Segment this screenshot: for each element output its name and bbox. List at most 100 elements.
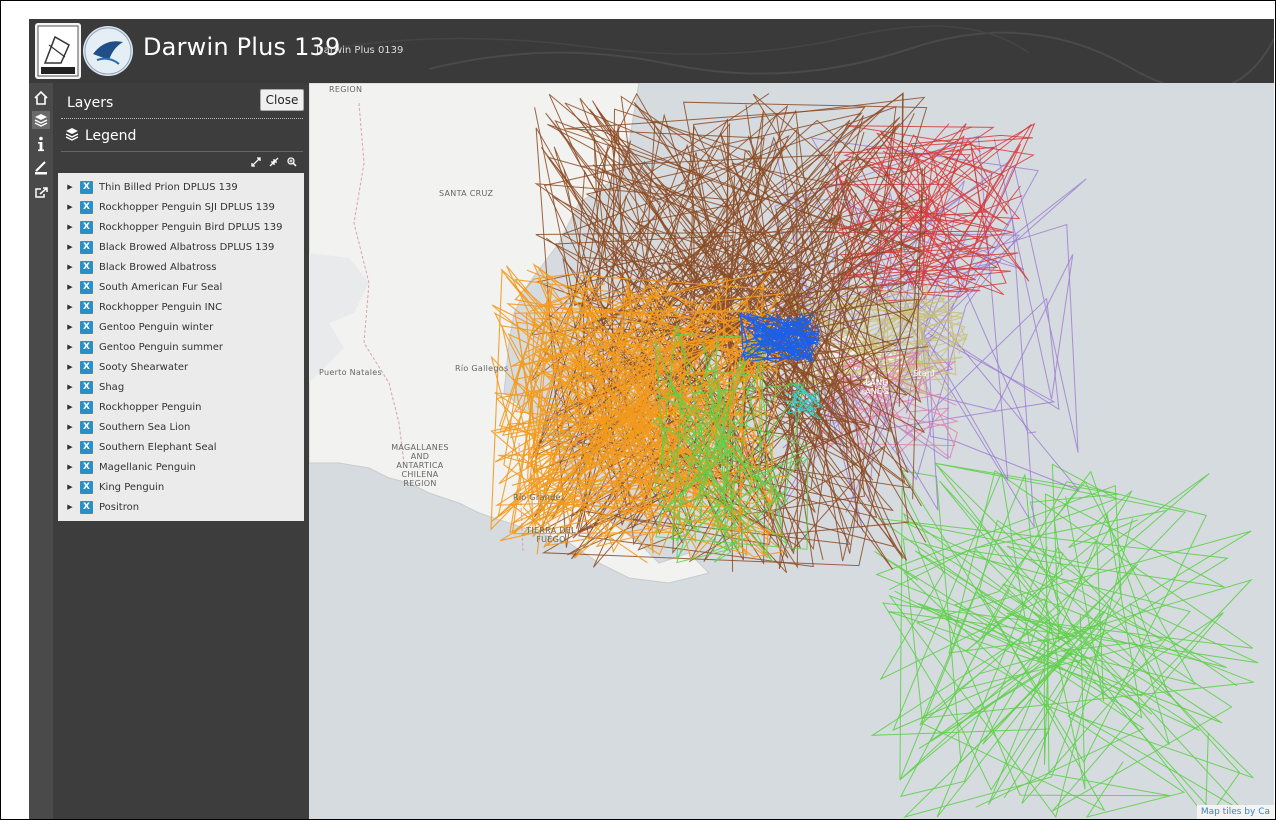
legend-label: Legend: [85, 128, 137, 144]
expand-arrow-icon[interactable]: ▶: [64, 383, 76, 391]
zoom-to-layer-icon[interactable]: [287, 157, 297, 170]
collapse-all-icon[interactable]: [269, 157, 279, 170]
layers-icon[interactable]: [32, 111, 50, 129]
animal-tracks: [490, 92, 1259, 819]
expand-arrow-icon[interactable]: ▶: [64, 443, 76, 451]
layer-item[interactable]: ▶ X Southern Sea Lion: [58, 417, 304, 437]
layer-visibility-checkbox[interactable]: X: [80, 320, 93, 334]
layer-label: Southern Elephant Seal: [99, 441, 217, 453]
layer-item[interactable]: ▶ X Southern Elephant Seal: [58, 437, 304, 457]
layer-label: Shag: [99, 381, 125, 393]
layer-item[interactable]: ▶ X King Penguin: [58, 477, 304, 497]
layer-item[interactable]: ▶ X Positron: [58, 497, 304, 517]
layer-list: ▶ X Thin Billed Prion DPLUS 139 ▶ X Rockhoppe…: [58, 173, 304, 521]
layer-visibility-checkbox[interactable]: X: [80, 400, 93, 414]
layers-panel-title: Layers: [67, 95, 114, 111]
app-title: Darwin Plus 139: [143, 33, 341, 61]
layer-label: Gentoo Penguin winter: [99, 321, 214, 333]
layers-panel: Layers Close Legend ▶ X Thin Billed Prion …: [53, 83, 309, 819]
measure-icon[interactable]: [32, 159, 50, 177]
sidebar-icon-bar: [29, 83, 53, 819]
layer-visibility-checkbox[interactable]: X: [80, 220, 93, 234]
expand-arrow-icon[interactable]: ▶: [64, 323, 76, 331]
layer-visibility-checkbox[interactable]: X: [80, 180, 93, 194]
expand-arrow-icon[interactable]: ▶: [64, 223, 76, 231]
layer-visibility-checkbox[interactable]: X: [80, 200, 93, 214]
layer-item[interactable]: ▶ X Black Browed Albatross DPLUS 139: [58, 237, 304, 257]
layer-label: King Penguin: [99, 481, 165, 493]
close-button[interactable]: Close: [260, 89, 304, 111]
layer-visibility-checkbox[interactable]: X: [80, 260, 93, 274]
layer-visibility-checkbox[interactable]: X: [80, 380, 93, 394]
layer-item[interactable]: ▶ X South American Fur Seal: [58, 277, 304, 297]
layer-visibility-checkbox[interactable]: X: [80, 360, 93, 374]
project-logo: [83, 26, 133, 76]
share-icon[interactable]: [32, 183, 50, 201]
app-header: Darwin Plus 139 Darwin Plus 0139: [29, 19, 1274, 83]
info-icon[interactable]: [32, 135, 50, 153]
map-label-santa-cruz: SANTA CRUZ: [439, 189, 494, 198]
app-frame: Darwin Plus 139 Darwin Plus 0139 Layers …: [0, 0, 1276, 820]
layer-label: Rockhopper Penguin Bird DPLUS 139: [99, 221, 283, 233]
layer-label: Positron: [99, 501, 140, 513]
expand-arrow-icon[interactable]: ▶: [64, 423, 76, 431]
expand-arrow-icon[interactable]: ▶: [64, 243, 76, 251]
layer-item[interactable]: ▶ X Rockhopper Penguin SJI DPLUS 139: [58, 197, 304, 217]
layer-item[interactable]: ▶ X Sooty Shearwater: [58, 357, 304, 377]
layer-label: Thin Billed Prion DPLUS 139: [99, 181, 238, 193]
layer-item[interactable]: ▶ X Magellanic Penguin: [58, 457, 304, 477]
expand-arrow-icon[interactable]: ▶: [64, 503, 76, 511]
layers-icon: [65, 127, 79, 145]
darwin-logo: [35, 23, 81, 79]
expand-arrow-icon[interactable]: ▶: [64, 363, 76, 371]
expand-arrow-icon[interactable]: ▶: [64, 463, 76, 471]
layer-visibility-checkbox[interactable]: X: [80, 480, 93, 494]
layer-item[interactable]: ▶ X Rockhopper Penguin INC: [58, 297, 304, 317]
layer-label: South American Fur Seal: [99, 281, 223, 293]
map-view[interactable]: REGION SANTA CRUZ Puerto Natales Río Gal…: [309, 83, 1274, 819]
layer-tools: [251, 157, 297, 170]
layer-visibility-checkbox[interactable]: X: [80, 420, 93, 434]
layer-visibility-checkbox[interactable]: X: [80, 500, 93, 514]
expand-arrow-icon[interactable]: ▶: [64, 303, 76, 311]
legend-toggle[interactable]: Legend: [65, 127, 136, 145]
divider: [61, 151, 303, 152]
map-label-magallanes: MAGALLANES AND ANTARTICA CHILENA REGION: [391, 443, 449, 488]
home-icon[interactable]: [32, 89, 50, 107]
expand-all-icon[interactable]: [251, 157, 261, 170]
layer-item[interactable]: ▶ X Rockhopper Penguin Bird DPLUS 139: [58, 217, 304, 237]
layer-label: Magellanic Penguin: [99, 461, 196, 473]
layer-visibility-checkbox[interactable]: X: [80, 340, 93, 354]
layer-visibility-checkbox[interactable]: X: [80, 440, 93, 454]
layer-item[interactable]: ▶ X Rockhopper Penguin: [58, 397, 304, 417]
layer-item[interactable]: ▶ X Black Browed Albatross: [58, 257, 304, 277]
map-label-tierra-del-fuego: TIERRA DEL FUEGO: [526, 526, 576, 544]
map-label-rio-grande: Río Grande: [513, 493, 561, 502]
animal-track: [888, 518, 1259, 819]
layer-visibility-checkbox[interactable]: X: [80, 280, 93, 294]
expand-arrow-icon[interactable]: ▶: [64, 403, 76, 411]
layer-item[interactable]: ▶ X Gentoo Penguin winter: [58, 317, 304, 337]
layer-visibility-checkbox[interactable]: X: [80, 300, 93, 314]
map-label-rio-gallegos: Río Gallegos: [455, 364, 509, 373]
layer-item[interactable]: ▶ X Thin Billed Prion DPLUS 139: [58, 177, 304, 197]
animal-track: [1052, 612, 1233, 818]
expand-arrow-icon[interactable]: ▶: [64, 343, 76, 351]
layer-visibility-checkbox[interactable]: X: [80, 460, 93, 474]
layer-label: Black Browed Albatross: [99, 261, 217, 273]
map-attribution[interactable]: Map tiles by Ca: [1196, 805, 1274, 819]
layer-item[interactable]: ▶ X Gentoo Penguin summer: [58, 337, 304, 357]
expand-arrow-icon[interactable]: ▶: [64, 263, 76, 271]
divider: [61, 118, 303, 119]
layer-label: Southern Sea Lion: [99, 421, 191, 433]
expand-arrow-icon[interactable]: ▶: [64, 183, 76, 191]
map-label-region: REGION: [329, 85, 363, 94]
expand-arrow-icon[interactable]: ▶: [64, 203, 76, 211]
layer-label: Gentoo Penguin summer: [99, 341, 224, 353]
expand-arrow-icon[interactable]: ▶: [64, 483, 76, 491]
map-label-stanley: Stanl: [913, 369, 935, 378]
expand-arrow-icon[interactable]: ▶: [64, 283, 76, 291]
layer-item[interactable]: ▶ X Shag: [58, 377, 304, 397]
layer-visibility-checkbox[interactable]: X: [80, 240, 93, 254]
app-subtitle: Darwin Plus 0139: [316, 45, 404, 56]
